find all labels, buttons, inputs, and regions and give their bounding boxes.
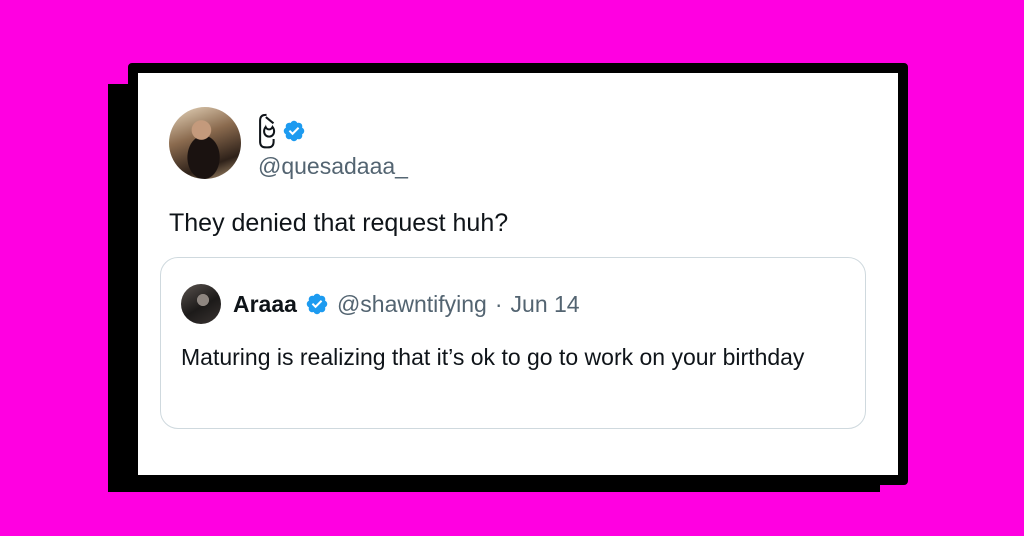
quoted-tweet[interactable]: Araaa @shawntifying · Jun 14 Maturing is…: [160, 257, 866, 429]
author-handle[interactable]: @quesadaaa_: [258, 153, 408, 180]
author-display-name[interactable]: ဗြဲ: [258, 113, 276, 149]
quoted-author-handle[interactable]: @shawntifying: [337, 291, 487, 318]
verified-badge-icon: [305, 292, 329, 316]
quoted-tweet-text: Maturing is realizing that it’s ok to go…: [181, 344, 805, 370]
avatar[interactable]: [181, 284, 221, 324]
separator-dot: ·: [494, 290, 503, 317]
verified-badge-icon: [282, 119, 306, 143]
avatar[interactable]: [169, 107, 241, 179]
quoted-tweet-date[interactable]: Jun 14: [511, 291, 580, 318]
quoted-tweet-header: Araaa @shawntifying · Jun 14: [181, 284, 580, 324]
author-row: ဗြဲ: [258, 113, 306, 149]
tweet-card: ဗြဲ @quesadaaa_ They denied that request…: [128, 63, 908, 485]
quoted-author-name[interactable]: Araaa: [233, 291, 297, 318]
tweet-text: They denied that request huh?: [169, 209, 509, 237]
